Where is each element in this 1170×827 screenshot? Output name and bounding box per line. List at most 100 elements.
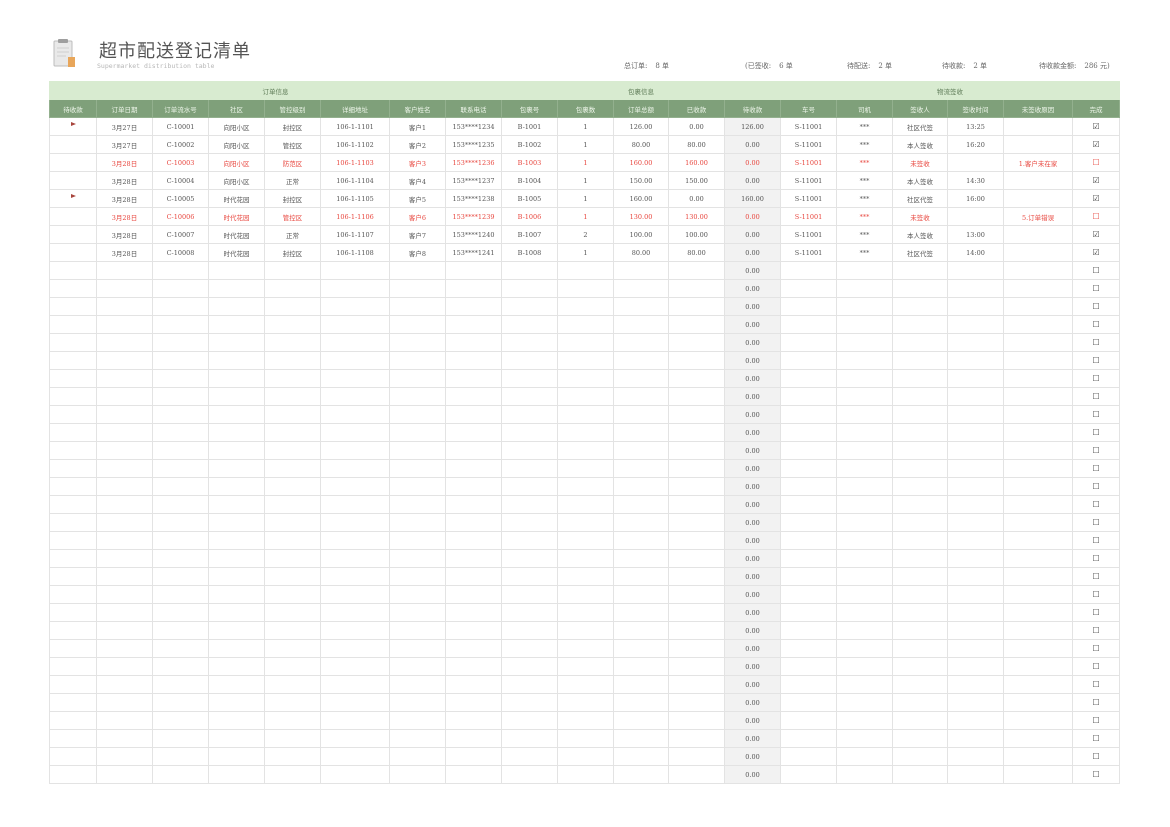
checkbox-empty-icon[interactable]: ☐ (1092, 302, 1099, 311)
checkbox-checked-icon[interactable]: ☑ (1092, 140, 1099, 149)
table-cell (264, 657, 321, 676)
table-cell (389, 315, 446, 334)
table-cell (668, 549, 725, 568)
checkbox-empty-icon[interactable]: ☐ (1092, 716, 1099, 725)
column-header[interactable]: 包裹数 (557, 99, 614, 118)
checkbox-empty-icon[interactable]: ☐ (1092, 590, 1099, 599)
done-cell: ☐ (1072, 441, 1121, 460)
checkbox-checked-icon[interactable]: ☑ (1092, 194, 1099, 203)
table-cell: 向阳小区 (208, 171, 265, 190)
column-header[interactable]: 待收款 (49, 99, 97, 118)
checkbox-empty-icon[interactable]: ☐ (1092, 734, 1099, 743)
checkbox-empty-icon[interactable]: ☐ (1092, 266, 1099, 275)
table-cell (208, 423, 265, 442)
table-cell (152, 765, 209, 784)
checkbox-empty-icon[interactable]: ☐ (1092, 428, 1099, 437)
checkbox-empty-icon[interactable]: ☐ (1092, 320, 1099, 329)
column-header[interactable]: 联系电话 (445, 99, 502, 118)
checkbox-empty-icon[interactable]: ☐ (1092, 518, 1099, 527)
table-cell: 3月28日 (96, 171, 153, 190)
column-header[interactable]: 管控级别 (264, 99, 321, 118)
table-cell (49, 261, 97, 280)
checkbox-empty-icon[interactable]: ☐ (1092, 572, 1099, 581)
table-cell (208, 693, 265, 712)
checkbox-empty-icon[interactable]: ☐ (1092, 680, 1099, 689)
table-cell: 时代花园 (208, 189, 265, 208)
table-cell (264, 531, 321, 550)
table-cell (613, 279, 669, 298)
column-header[interactable]: 车号 (780, 99, 838, 118)
column-header[interactable]: 包裹号 (501, 99, 558, 118)
pending-flag-cell (49, 189, 97, 208)
checkbox-empty-icon[interactable]: ☐ (1092, 158, 1099, 167)
checkbox-empty-icon[interactable]: ☐ (1092, 464, 1099, 473)
checkbox-checked-icon[interactable]: ☑ (1092, 230, 1099, 239)
checkbox-checked-icon[interactable]: ☑ (1092, 122, 1099, 131)
checkbox-empty-icon[interactable]: ☐ (1092, 770, 1099, 779)
checkbox-empty-icon[interactable]: ☐ (1092, 626, 1099, 635)
table-cell: 0.00 (723, 279, 782, 298)
checkbox-empty-icon[interactable]: ☐ (1092, 554, 1099, 563)
column-header[interactable]: 订单总额 (613, 99, 669, 118)
column-header[interactable]: 社区 (208, 99, 265, 118)
checkbox-empty-icon[interactable]: ☐ (1092, 644, 1099, 653)
table-cell (49, 729, 97, 748)
checkbox-empty-icon[interactable]: ☐ (1092, 500, 1099, 509)
checkbox-empty-icon[interactable]: ☐ (1092, 212, 1099, 221)
column-header[interactable]: 待收款 (723, 99, 782, 118)
column-header[interactable]: 签收时间 (947, 99, 1005, 118)
checkbox-empty-icon[interactable]: ☐ (1092, 446, 1099, 455)
table-cell (947, 765, 1005, 784)
table-cell (947, 459, 1005, 478)
checkbox-empty-icon[interactable]: ☐ (1092, 374, 1099, 383)
column-header[interactable]: 司机 (836, 99, 894, 118)
table-row: 3月28日 C-10007 时代花园 正常 106-1-1107 客户7 153****12… (49, 225, 1121, 244)
table-cell (836, 585, 894, 604)
table-cell: 80.00 (613, 243, 669, 262)
column-header[interactable]: 客户姓名 (389, 99, 446, 118)
checkbox-empty-icon[interactable]: ☐ (1092, 482, 1099, 491)
checkbox-empty-icon[interactable]: ☐ (1092, 392, 1099, 401)
table-cell (557, 261, 614, 280)
checkbox-empty-icon[interactable]: ☐ (1092, 338, 1099, 347)
table-cell (389, 585, 446, 604)
column-header[interactable]: 订单流水号 (152, 99, 209, 118)
table-cell (780, 369, 838, 388)
checkbox-empty-icon[interactable]: ☐ (1092, 284, 1099, 293)
table-cell (613, 747, 669, 766)
column-header[interactable]: 未签收原因 (1003, 99, 1074, 118)
table-cell: 160.00 (668, 153, 725, 172)
table-cell (208, 477, 265, 496)
column-header[interactable]: 详细地址 (320, 99, 390, 118)
table-cell (1003, 675, 1074, 694)
table-cell: *** (836, 225, 894, 244)
table-cell: 1 (557, 135, 614, 154)
empty-row: 0.00 ☐ (49, 279, 1121, 298)
checkbox-empty-icon[interactable]: ☐ (1092, 536, 1099, 545)
column-header[interactable]: 完成 (1072, 99, 1121, 118)
column-header[interactable]: 订单日期 (96, 99, 153, 118)
table-cell (152, 459, 209, 478)
table-cell (445, 531, 502, 550)
table-cell (668, 675, 725, 694)
table-cell (613, 297, 669, 316)
checkbox-empty-icon[interactable]: ☐ (1092, 410, 1099, 419)
checkbox-empty-icon[interactable]: ☐ (1092, 662, 1099, 671)
table-cell (96, 423, 153, 442)
table-cell: 106-1-1105 (320, 189, 390, 208)
checkbox-empty-icon[interactable]: ☐ (1092, 356, 1099, 365)
table-cell: *** (836, 117, 894, 136)
table-cell (836, 477, 894, 496)
table-cell (613, 459, 669, 478)
done-cell: ☐ (1072, 333, 1121, 352)
table-cell (96, 639, 153, 658)
column-header[interactable]: 已收款 (668, 99, 725, 118)
checkbox-empty-icon[interactable]: ☐ (1092, 698, 1099, 707)
checkbox-empty-icon[interactable]: ☐ (1092, 752, 1099, 761)
table-cell (389, 531, 446, 550)
column-header[interactable]: 签收人 (892, 99, 949, 118)
checkbox-empty-icon[interactable]: ☐ (1092, 608, 1099, 617)
checkbox-checked-icon[interactable]: ☑ (1092, 248, 1099, 257)
checkbox-checked-icon[interactable]: ☑ (1092, 176, 1099, 185)
table-cell (320, 657, 390, 676)
